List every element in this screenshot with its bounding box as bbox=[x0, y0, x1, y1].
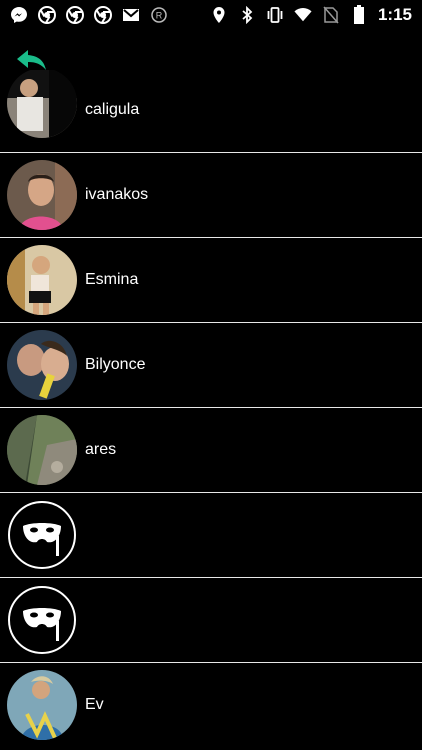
avatar bbox=[7, 160, 77, 230]
list-item[interactable]: Ev bbox=[0, 663, 422, 747]
user-name: ivanakos bbox=[85, 186, 149, 203]
user-name: Bilyonce bbox=[85, 356, 146, 373]
list-item[interactable] bbox=[0, 493, 422, 578]
user-list: caligula ivanakos Esmina Bilyonce ares E… bbox=[0, 70, 422, 750]
list-item[interactable]: caligula bbox=[0, 70, 422, 153]
messenger-icon bbox=[10, 6, 28, 24]
bluetooth-icon bbox=[238, 6, 256, 24]
mask-icon bbox=[8, 586, 76, 654]
avatar bbox=[7, 330, 77, 400]
user-name: Ev bbox=[85, 696, 104, 713]
chrome-icon bbox=[94, 6, 112, 24]
status-bar: R 1:15 bbox=[0, 0, 422, 30]
gmail-icon bbox=[122, 6, 140, 24]
list-item[interactable]: ivanakos bbox=[0, 153, 422, 238]
avatar bbox=[7, 70, 77, 138]
list-item[interactable]: Bilyonce bbox=[0, 323, 422, 408]
list-item[interactable] bbox=[0, 578, 422, 663]
user-name: ares bbox=[85, 441, 117, 458]
mask-icon bbox=[8, 501, 76, 569]
notification-icons: R bbox=[10, 6, 168, 24]
system-icons: 1:15 bbox=[210, 5, 412, 25]
list-item[interactable]: ares bbox=[0, 408, 422, 493]
wifi-icon bbox=[294, 6, 312, 24]
location-icon bbox=[210, 6, 228, 24]
list-item[interactable]: Esmina bbox=[0, 238, 422, 323]
user-name: Esmina bbox=[85, 271, 139, 288]
user-name: caligula bbox=[85, 101, 140, 118]
chrome-icon bbox=[66, 6, 84, 24]
battery-icon bbox=[350, 5, 368, 24]
svg-text:R: R bbox=[156, 11, 163, 21]
chrome-icon bbox=[38, 6, 56, 24]
avatar bbox=[7, 415, 77, 485]
avatar bbox=[7, 670, 77, 740]
vibrate-icon bbox=[266, 6, 284, 24]
no-sim-icon bbox=[322, 6, 340, 24]
avatar bbox=[7, 245, 77, 315]
registered-icon: R bbox=[150, 6, 168, 24]
clock-time: 1:15 bbox=[377, 5, 412, 24]
